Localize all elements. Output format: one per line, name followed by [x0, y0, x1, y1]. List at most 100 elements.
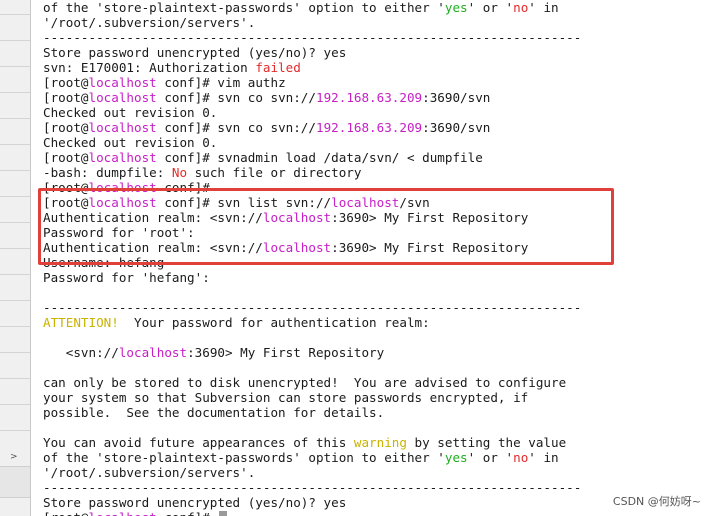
terminal-line: -bash: dumpfile: No such file or directo…: [43, 165, 361, 180]
terminal-text: conf]# svnadmin load /data/svn/ < dumpfi…: [156, 150, 483, 165]
panel-row-divider: [0, 248, 30, 249]
terminal-line: '/root/.subversion/servers'.: [43, 465, 255, 480]
panel-row-divider: [0, 66, 30, 67]
panel-row-divider: [0, 404, 30, 405]
panel-row-divider: [0, 430, 30, 431]
terminal-line: ----------------------------------------…: [43, 30, 581, 45]
terminal-text: :3690> My First Repository: [187, 345, 385, 360]
terminal-line: [root@localhost conf]# svnadmin load /da…: [43, 150, 483, 165]
terminal-text: Checked out revision 0.: [43, 135, 218, 150]
terminal-text: :3690/svn: [422, 90, 491, 105]
terminal-text: '/root/.subversion/servers'.: [43, 15, 256, 30]
terminal-line: ATTENTION! Your password for authenticat…: [43, 315, 430, 330]
terminal-line: Password for 'hefang':: [43, 270, 210, 285]
terminal-text: ' or ': [467, 0, 514, 15]
terminal-text: failed: [255, 60, 301, 75]
terminal-text: of the 'store-plaintext-passwords' optio…: [43, 0, 445, 15]
terminal-text: ' or ': [467, 450, 514, 465]
terminal-text: yes: [444, 0, 468, 15]
panel-row-divider: [0, 378, 30, 379]
terminal-line: [root@localhost conf]# svn co svn://192.…: [43, 90, 490, 105]
terminal-text: no: [513, 450, 529, 465]
terminal-text: such file or directory: [187, 165, 362, 180]
terminal-text: by setting the value: [406, 435, 567, 450]
terminal-line: ----------------------------------------…: [43, 480, 581, 495]
panel-row-divider: [0, 170, 30, 171]
left-side-panel: >: [0, 0, 31, 516]
terminal-line: can only be stored to disk unencrypted! …: [43, 375, 566, 390]
terminal-line: [root@localhost conf]# svn co svn://192.…: [43, 120, 490, 135]
panel-row-divider: [0, 300, 30, 301]
host-text: localhost: [118, 345, 188, 360]
panel-row-divider: [0, 118, 30, 119]
terminal-text: Checked out revision 0.: [43, 105, 218, 120]
panel-row-divider: [0, 40, 30, 41]
terminal-text: [root@: [43, 120, 89, 135]
terminal-line: Checked out revision 0.: [43, 105, 217, 120]
terminal-text: conf]# vim authz: [156, 75, 286, 90]
terminal-line: your system so that Subversion can store…: [43, 390, 528, 405]
terminal-text: svn: E170001: Authorization: [43, 60, 256, 75]
highlight-box: [38, 188, 614, 265]
terminal-text: warning: [353, 435, 407, 450]
terminal-text: of the 'store-plaintext-passwords' optio…: [43, 450, 445, 465]
panel-row-divider: [0, 222, 30, 223]
terminal-text: possible. See the documentation for deta…: [43, 405, 385, 420]
terminal-line: Store password unencrypted (yes/no)? yes: [43, 495, 346, 510]
terminal-text: ' in: [528, 450, 559, 465]
host-text: 192.168.63.209: [315, 120, 423, 135]
terminal-text: conf]# svn co svn://: [156, 120, 316, 135]
terminal-line: <svn://localhost:3690> My First Reposito…: [43, 345, 384, 360]
terminal-line: Store password unencrypted (yes/no)? yes: [43, 45, 346, 60]
terminal-text: conf]#: [157, 510, 218, 516]
terminal-line: [root@localhost conf]# vim authz: [43, 75, 286, 90]
terminal-text: No: [171, 165, 188, 180]
terminal-text: your system so that Subversion can store…: [43, 390, 529, 405]
panel-scroll-area[interactable]: [0, 466, 30, 498]
terminal-text: Password for 'hefang':: [43, 270, 210, 285]
terminal-text: ----------------------------------------…: [43, 30, 582, 45]
terminal-text: Store password unencrypted (yes/no)? yes: [43, 495, 347, 510]
terminal-line: ----------------------------------------…: [43, 300, 581, 315]
host-text: 192.168.63.209: [315, 90, 423, 105]
terminal-line: '/root/.subversion/servers'.: [43, 15, 255, 30]
terminal-line: You can avoid future appearances of this…: [43, 435, 566, 450]
terminal-text: ----------------------------------------…: [43, 300, 582, 315]
terminal-line: of the 'store-plaintext-passwords' optio…: [43, 450, 559, 465]
host-text: localhost: [88, 75, 157, 90]
terminal-line: svn: E170001: Authorization failed: [43, 60, 301, 75]
terminal-text: '/root/.subversion/servers'.: [43, 465, 256, 480]
terminal-text: ----------------------------------------…: [43, 480, 582, 495]
terminal-text: [root@: [43, 90, 89, 105]
host-text: localhost: [88, 90, 157, 105]
host-text: localhost: [88, 120, 157, 135]
panel-row-divider: [0, 92, 30, 93]
csdn-watermark: CSDN @何妨呀~: [610, 493, 703, 509]
terminal-text: conf]# svn co svn://: [156, 90, 316, 105]
panel-row-divider: [0, 144, 30, 145]
terminal-text: Your password for authentication realm:: [118, 315, 430, 330]
terminal-text: yes: [444, 450, 468, 465]
terminal-text: <svn://: [43, 345, 119, 360]
host-text: localhost: [88, 150, 157, 165]
panel-row-divider: [0, 352, 30, 353]
panel-row-divider: [0, 196, 30, 197]
terminal-text: ATTENTION!: [43, 315, 119, 330]
terminal-text: can only be stored to disk unencrypted! …: [43, 375, 567, 390]
panel-row-divider: [0, 274, 30, 275]
terminal-text: Store password unencrypted (yes/no)? yes: [43, 45, 347, 60]
terminal-line: [root@localhost conf]#: [43, 510, 228, 516]
panel-row-divider: [0, 14, 30, 15]
terminal-line: possible. See the documentation for deta…: [43, 405, 384, 420]
terminal-line: of the 'store-plaintext-passwords' optio…: [43, 0, 559, 15]
terminal-text: You can avoid future appearances of this: [43, 435, 354, 450]
terminal-cursor[interactable]: [219, 511, 228, 516]
terminal-text: ' in: [528, 0, 559, 15]
panel-row-divider: [0, 326, 30, 327]
terminal-text: -bash: dumpfile:: [43, 165, 172, 180]
terminal-text: [root@: [43, 150, 89, 165]
terminal-line: Checked out revision 0.: [43, 135, 217, 150]
host-text: localhost: [89, 510, 157, 516]
terminal-text: no: [513, 0, 529, 15]
chevron-right-icon[interactable]: >: [10, 452, 18, 462]
